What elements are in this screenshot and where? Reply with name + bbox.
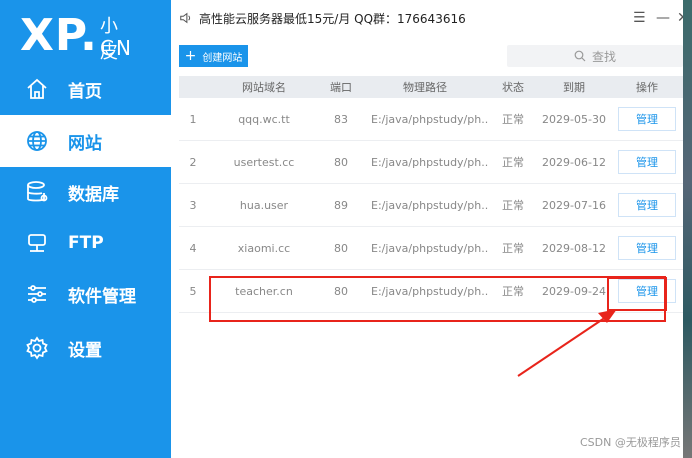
speaker-icon bbox=[180, 12, 191, 24]
row-domain: qqq.wc.tt bbox=[238, 112, 290, 126]
manage-button[interactable]: 管理 bbox=[618, 236, 676, 260]
logo-xp: XP. bbox=[20, 10, 98, 61]
database-icon bbox=[24, 179, 50, 205]
row-status: 正常 bbox=[502, 199, 524, 212]
row-id: 4 bbox=[189, 241, 197, 255]
header-port: 端口 bbox=[330, 81, 352, 94]
highlight-button-annotation bbox=[607, 277, 667, 311]
highlight-row-annotation bbox=[209, 276, 666, 322]
minimize-icon[interactable]: — bbox=[656, 10, 670, 26]
table-row: 3 hua.user 89 E:/java/phpstudy/ph... 正常 … bbox=[179, 184, 683, 227]
search-placeholder: 查找 bbox=[591, 49, 616, 64]
manage-button[interactable]: 管理 bbox=[618, 193, 676, 217]
row-expire: 2029-06-12 bbox=[542, 155, 606, 169]
header-domain: 网站域名 bbox=[242, 81, 286, 94]
gear-icon bbox=[24, 335, 50, 361]
sidebar-item-website[interactable]: 网站 bbox=[0, 115, 171, 167]
header-status: 状态 bbox=[502, 81, 524, 94]
row-expire: 2029-08-12 bbox=[542, 241, 606, 255]
plus-icon: + bbox=[184, 48, 197, 64]
row-id: 5 bbox=[189, 284, 197, 298]
create-website-button[interactable]: + 创建网站 bbox=[179, 45, 248, 67]
header-path: 物理路径 bbox=[403, 81, 447, 94]
row-port: 89 bbox=[334, 198, 348, 212]
ftp-icon bbox=[24, 230, 50, 256]
logo-cn: CN bbox=[100, 36, 133, 60]
home-icon bbox=[24, 76, 50, 102]
row-expire: 2029-07-16 bbox=[542, 198, 606, 212]
sidebar-item-label: FTP bbox=[68, 233, 104, 253]
table-row: 4 xiaomi.cc 80 E:/java/phpstudy/ph... 正常… bbox=[179, 227, 683, 270]
row-port: 83 bbox=[334, 112, 348, 126]
row-path: E:/java/phpstudy/ph... bbox=[371, 155, 489, 169]
sidebar-item-label: 网站 bbox=[68, 133, 102, 154]
sidebar: XP. 小皮 CN 首页 网站 数据库 FTP 软件管理 设置 bbox=[0, 0, 171, 458]
row-domain: hua.user bbox=[239, 198, 289, 212]
search-icon bbox=[574, 50, 586, 62]
row-id: 1 bbox=[189, 112, 197, 126]
sidebar-item-label: 数据库 bbox=[68, 184, 119, 205]
row-id: 2 bbox=[189, 155, 197, 169]
row-id: 3 bbox=[189, 198, 197, 212]
row-domain: usertest.cc bbox=[233, 155, 295, 169]
row-status: 正常 bbox=[502, 242, 524, 255]
sliders-icon bbox=[24, 281, 50, 307]
table-row: 2 usertest.cc 80 E:/java/phpstudy/ph... … bbox=[179, 141, 683, 184]
header-expire: 到期 bbox=[563, 81, 585, 94]
row-path: E:/java/phpstudy/ph... bbox=[371, 112, 489, 126]
sidebar-item-home[interactable]: 首页 bbox=[0, 63, 171, 115]
sidebar-item-ftp[interactable]: FTP bbox=[0, 217, 171, 269]
row-path: E:/java/phpstudy/ph... bbox=[371, 198, 489, 212]
notice-text: 高性能云服务器最低15元/月 QQ群：176643616 bbox=[199, 11, 466, 26]
table-header: 网站域名 端口 物理路径 状态 到期 操作 bbox=[179, 76, 683, 98]
menu-icon[interactable]: ☰ bbox=[633, 10, 646, 26]
table-row: 1 qqq.wc.tt 83 E:/java/phpstudy/ph... 正常… bbox=[179, 98, 683, 141]
header-action: 操作 bbox=[636, 81, 658, 94]
manage-button[interactable]: 管理 bbox=[618, 150, 676, 174]
row-status: 正常 bbox=[502, 113, 524, 126]
main-panel: 高性能云服务器最低15元/月 QQ群：176643616 ☰ — ✕ + 创建网… bbox=[171, 0, 692, 458]
background-strip bbox=[683, 0, 692, 458]
row-path: E:/java/phpstudy/ph... bbox=[371, 241, 489, 255]
row-port: 80 bbox=[334, 155, 348, 169]
globe-icon bbox=[24, 128, 50, 154]
sidebar-item-settings[interactable]: 设置 bbox=[0, 322, 171, 374]
search-input[interactable]: 查找 bbox=[507, 45, 683, 67]
sidebar-item-label: 首页 bbox=[68, 81, 102, 102]
row-domain: xiaomi.cc bbox=[237, 241, 291, 255]
sidebar-item-label: 设置 bbox=[68, 340, 102, 361]
row-port: 80 bbox=[334, 241, 348, 255]
manage-button[interactable]: 管理 bbox=[618, 107, 676, 131]
row-expire: 2029-05-30 bbox=[542, 112, 606, 126]
row-status: 正常 bbox=[502, 156, 524, 169]
create-website-label: 创建网站 bbox=[202, 52, 243, 64]
sidebar-item-software[interactable]: 软件管理 bbox=[0, 268, 171, 320]
sidebar-item-label: 软件管理 bbox=[68, 286, 136, 307]
sidebar-item-database[interactable]: 数据库 bbox=[0, 166, 171, 218]
top-bar: 高性能云服务器最低15元/月 QQ群：176643616 ☰ — ✕ bbox=[171, 0, 692, 36]
watermark: CSDN @无极程序员 bbox=[580, 436, 681, 449]
